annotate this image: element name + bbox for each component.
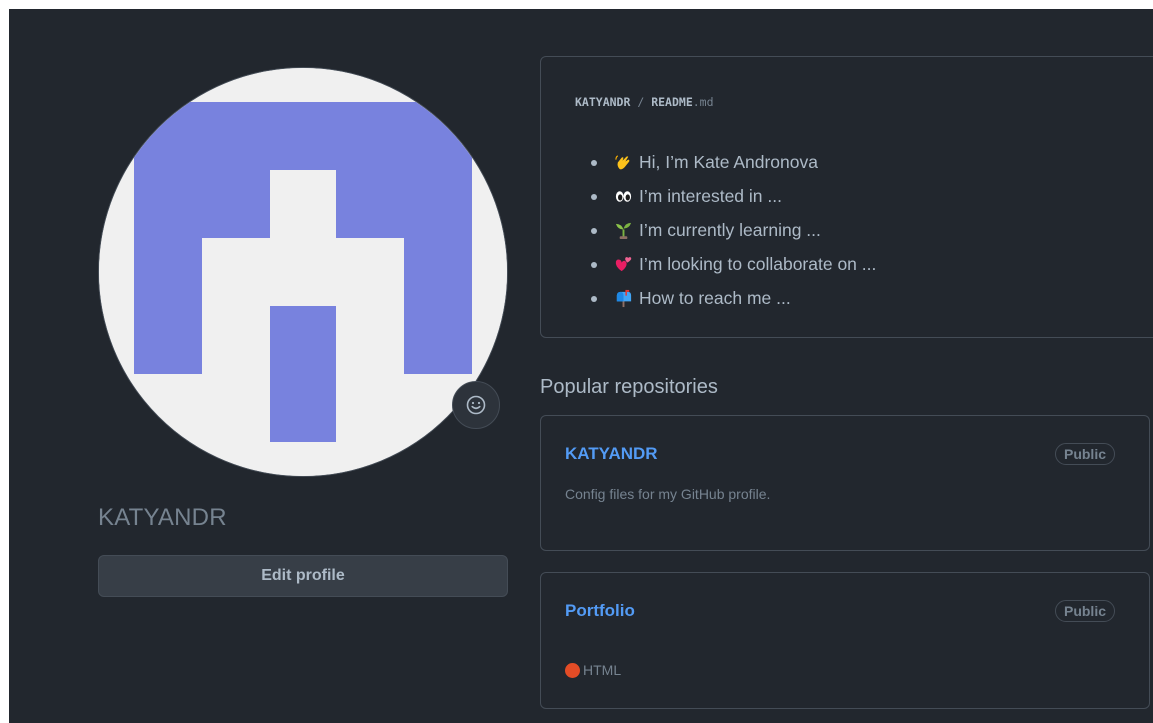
repo-language: HTML — [565, 662, 621, 678]
list-item: I’m currently learning ... — [591, 213, 876, 247]
avatar[interactable] — [98, 67, 508, 477]
readme-item-text: I’m looking to collaborate on ... — [639, 253, 877, 274]
waving-hand-icon — [615, 154, 630, 169]
edit-profile-button[interactable]: Edit profile — [98, 555, 508, 597]
readme-list: Hi, I’m Kate Andronova I’m interested in… — [591, 145, 876, 315]
repo-card: Portfolio Public HTML — [540, 572, 1150, 709]
mailbox-icon — [616, 289, 632, 307]
repo-name-link[interactable]: Portfolio — [565, 601, 635, 621]
readme-card: KATYANDR / README.md Hi, I’m Kate Andron… — [540, 56, 1153, 338]
seedling-icon — [615, 222, 632, 239]
repo-card: KATYANDR Public Config files for my GitH… — [540, 415, 1150, 551]
list-item: Hi, I’m Kate Andronova — [591, 145, 876, 179]
readme-path: KATYANDR / README.md — [575, 95, 714, 109]
language-color-dot — [565, 662, 580, 678]
readme-file-ext: .md — [692, 95, 714, 109]
list-item: I’m looking to collaborate on ... — [591, 247, 876, 281]
visibility-badge: Public — [1054, 443, 1115, 465]
readme-item-text: How to reach me ... — [639, 287, 791, 308]
popular-repositories-heading: Popular repositories — [540, 376, 718, 398]
readme-item-text: I’m interested in ... — [639, 185, 782, 206]
readme-file-link[interactable]: README — [651, 95, 693, 109]
list-item: How to reach me ... — [591, 281, 876, 315]
avatar-container — [98, 67, 508, 477]
repo-description: Config files for my GitHub profile. — [565, 486, 771, 502]
smiley-icon — [466, 395, 486, 415]
path-separator: / — [637, 95, 645, 109]
eyes-icon — [615, 190, 632, 202]
repo-name-link[interactable]: KATYANDR — [565, 444, 658, 464]
profile-page: KATYANDR Edit profile KATYANDR / README.… — [9, 9, 1153, 723]
revolving-hearts-icon — [615, 256, 632, 271]
readme-owner-link[interactable]: KATYANDR — [575, 95, 630, 109]
profile-username: KATYANDR — [98, 504, 227, 531]
set-status-button[interactable] — [452, 381, 500, 429]
language-label: HTML — [583, 662, 622, 678]
visibility-badge: Public — [1054, 600, 1115, 622]
identicon-image — [99, 68, 507, 476]
readme-item-text: I’m currently learning ... — [639, 219, 821, 240]
readme-item-text: Hi, I’m Kate Andronova — [639, 151, 818, 172]
list-item: I’m interested in ... — [591, 179, 876, 213]
